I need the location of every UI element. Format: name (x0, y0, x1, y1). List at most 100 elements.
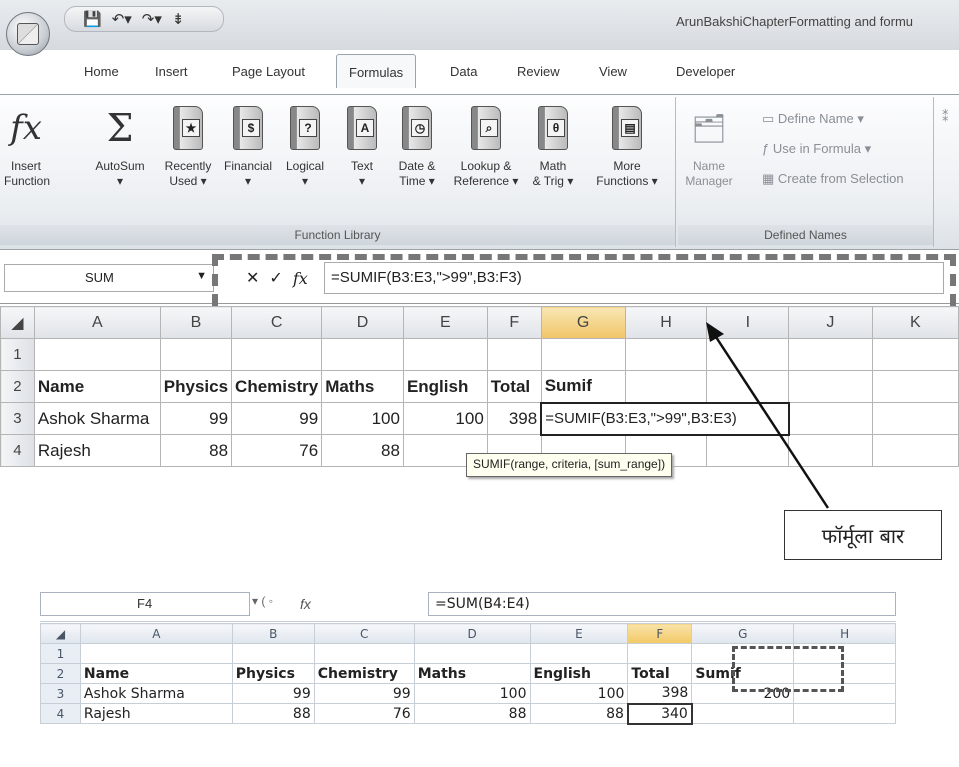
cell[interactable] (33, 338, 161, 371)
tab-data[interactable]: Data (450, 64, 477, 79)
column-header[interactable]: B (159, 306, 233, 339)
row-header[interactable]: 1 (40, 643, 81, 664)
column-header-selected[interactable]: G (540, 306, 626, 339)
cell[interactable]: 99 (231, 402, 323, 435)
cell[interactable]: Rajesh (33, 434, 161, 467)
tab-home[interactable]: Home (84, 64, 119, 79)
insert-function-icon-bottom[interactable]: fx (300, 596, 311, 612)
cell[interactable] (871, 370, 959, 403)
editing-cell[interactable]: =SUMIF(B3:E3,">99",B3:E3) (540, 401, 790, 436)
cell[interactable]: 99 (231, 683, 315, 704)
column-header[interactable]: K (871, 306, 959, 339)
column-header[interactable]: H (793, 623, 896, 644)
cell[interactable]: 398 (627, 683, 693, 704)
cell[interactable] (871, 338, 959, 371)
column-header[interactable]: C (231, 306, 323, 339)
cell[interactable] (691, 643, 795, 664)
cell[interactable]: Physics (231, 663, 315, 684)
cell[interactable] (706, 338, 790, 371)
cell[interactable] (706, 434, 790, 467)
cell[interactable]: English (402, 370, 488, 403)
cell[interactable] (793, 703, 896, 724)
row-header[interactable]: 2 (0, 370, 35, 403)
define-name-button[interactable]: ▭ Define Name ▾ (762, 111, 864, 127)
formula-input-bottom[interactable]: =SUM(B4:E4) (428, 592, 896, 616)
tab-formulas[interactable]: Formulas (336, 54, 417, 88)
office-button[interactable] (6, 12, 50, 56)
cell[interactable] (529, 643, 629, 664)
cell[interactable] (540, 338, 626, 371)
cell[interactable] (159, 338, 233, 371)
cell[interactable]: Name (79, 663, 233, 684)
cell[interactable]: 76 (231, 434, 323, 467)
cell[interactable]: Ashok Sharma (33, 402, 161, 435)
row-header[interactable]: 4 (0, 434, 35, 467)
cell[interactable]: 100 (321, 402, 404, 435)
cell[interactable] (788, 338, 873, 371)
cell[interactable]: 76 (313, 703, 415, 724)
cell[interactable]: 100 (413, 683, 531, 704)
math-trig-button[interactable]: θ Math & Trig ▾ (526, 103, 580, 189)
cell[interactable]: 200 (691, 683, 795, 704)
cell[interactable]: Chemistry (231, 370, 323, 403)
redo-icon[interactable]: ↷▾ (142, 10, 162, 28)
name-box-bottom[interactable]: F4 (40, 592, 250, 616)
cell[interactable]: English (529, 663, 629, 684)
recently-used-button[interactable]: ★ Recently Used ▾ (160, 103, 216, 189)
cell[interactable] (231, 338, 323, 371)
column-header[interactable]: H (624, 306, 708, 339)
cell[interactable]: Total (486, 370, 542, 403)
chevron-down-icon[interactable]: ▼ (196, 270, 207, 282)
row-header[interactable]: 3 (0, 402, 35, 435)
undo-icon[interactable]: ↶▾ (112, 10, 132, 28)
cell[interactable] (413, 643, 531, 664)
formula-bar-dropdown-icon[interactable]: ▾ ( ◦ (252, 594, 273, 608)
select-all-corner[interactable]: ◢ (0, 306, 35, 339)
customize-icon[interactable]: ⇟ (172, 10, 185, 28)
cell[interactable] (788, 370, 873, 403)
column-header-selected[interactable]: F (627, 623, 693, 644)
select-all-corner[interactable]: ◢ (40, 623, 81, 644)
cell[interactable] (624, 338, 708, 371)
tab-view[interactable]: View (599, 64, 627, 79)
cell[interactable]: 398 (486, 402, 542, 435)
more-functions-button[interactable]: ▤ More Functions ▾ (584, 103, 670, 189)
cell[interactable]: 88 (231, 703, 315, 724)
save-icon[interactable]: 💾 (83, 10, 102, 28)
active-cell[interactable]: 340 (626, 702, 693, 725)
name-manager-button[interactable]: 🗂 Name Manager (684, 103, 734, 189)
cell[interactable]: 99 (159, 402, 233, 435)
cell[interactable]: 88 (159, 434, 233, 467)
use-in-formula-button[interactable]: ƒ Use in Formula ▾ (762, 141, 871, 157)
cell[interactable] (627, 643, 693, 664)
cell[interactable]: Sumif (540, 370, 626, 403)
cell[interactable]: Name (33, 370, 161, 403)
column-header[interactable]: B (231, 623, 315, 644)
autosum-button[interactable]: Σ AutoSum ▾ (92, 103, 148, 189)
cell[interactable]: 88 (529, 703, 629, 724)
cell[interactable]: Maths (413, 663, 531, 684)
cell[interactable] (871, 402, 959, 435)
tab-insert[interactable]: Insert (155, 64, 188, 79)
column-header[interactable]: E (402, 306, 488, 339)
column-header[interactable]: D (413, 623, 531, 644)
cell[interactable] (871, 434, 959, 467)
cell[interactable]: Chemistry (313, 663, 415, 684)
cell[interactable]: Rajesh (79, 703, 233, 724)
date-time-button[interactable]: ◷ Date & Time ▾ (392, 103, 442, 189)
column-header[interactable]: A (33, 306, 161, 339)
cell[interactable] (313, 643, 415, 664)
cell[interactable]: 88 (321, 434, 404, 467)
text-button[interactable]: A Text ▾ (342, 103, 382, 189)
column-header[interactable]: C (313, 623, 415, 644)
cell[interactable]: 88 (413, 703, 531, 724)
create-from-selection-button[interactable]: ▦ Create from Selection (762, 171, 904, 187)
cell[interactable] (402, 338, 488, 371)
cell[interactable] (793, 663, 896, 684)
cell[interactable]: 100 (402, 402, 488, 435)
cell[interactable] (321, 338, 404, 371)
row-header[interactable]: 4 (40, 703, 81, 724)
column-header[interactable]: A (79, 623, 233, 644)
column-header[interactable]: I (706, 306, 790, 339)
cell[interactable] (788, 434, 873, 467)
